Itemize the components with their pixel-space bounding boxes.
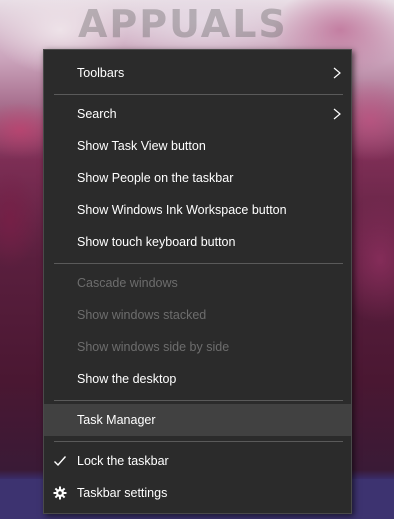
- menu-item-show-windows-side-by-side: Show windows side by side: [44, 331, 351, 363]
- watermark-logo: APPUALS: [78, 2, 288, 46]
- menu-item-label: Cascade windows: [77, 276, 178, 290]
- menu-item-label: Show the desktop: [77, 372, 177, 386]
- menu-item-label: Show windows side by side: [77, 340, 230, 354]
- menu-item-search[interactable]: Search: [44, 98, 351, 130]
- taskbar-context-menu: Toolbars Search Show Task View button Sh…: [43, 49, 352, 514]
- chevron-right-icon: [333, 67, 341, 79]
- menu-separator: [54, 94, 343, 95]
- menu-separator: [54, 400, 343, 401]
- menu-item-lock-taskbar[interactable]: Lock the taskbar: [44, 445, 351, 477]
- menu-item-toolbars[interactable]: Toolbars: [44, 57, 351, 89]
- menu-item-show-ink-workspace[interactable]: Show Windows Ink Workspace button: [44, 194, 351, 226]
- menu-item-label: Show People on the taskbar: [77, 171, 234, 185]
- menu-item-show-desktop[interactable]: Show the desktop: [44, 363, 351, 395]
- menu-item-label: Show touch keyboard button: [77, 235, 236, 249]
- menu-item-label: Show Windows Ink Workspace button: [77, 203, 287, 217]
- chevron-right-icon: [333, 108, 341, 120]
- menu-item-label: Lock the taskbar: [77, 454, 169, 468]
- menu-item-cascade-windows: Cascade windows: [44, 267, 351, 299]
- menu-item-show-windows-stacked: Show windows stacked: [44, 299, 351, 331]
- menu-item-show-task-view[interactable]: Show Task View button: [44, 130, 351, 162]
- menu-separator: [54, 263, 343, 264]
- menu-item-show-people[interactable]: Show People on the taskbar: [44, 162, 351, 194]
- menu-item-label: Show windows stacked: [77, 308, 207, 322]
- menu-item-show-touch-keyboard[interactable]: Show touch keyboard button: [44, 226, 351, 258]
- checkmark-icon: [54, 456, 67, 467]
- menu-item-task-manager[interactable]: Task Manager: [44, 404, 351, 436]
- menu-item-label: Task Manager: [77, 413, 156, 427]
- menu-separator: [54, 441, 343, 442]
- gear-icon: [53, 486, 67, 500]
- menu-item-label: Taskbar settings: [77, 486, 168, 500]
- menu-item-taskbar-settings[interactable]: Taskbar settings: [44, 477, 351, 509]
- menu-item-label: Show Task View button: [77, 139, 206, 153]
- menu-item-label: Search: [77, 107, 117, 121]
- menu-item-label: Toolbars: [77, 66, 125, 80]
